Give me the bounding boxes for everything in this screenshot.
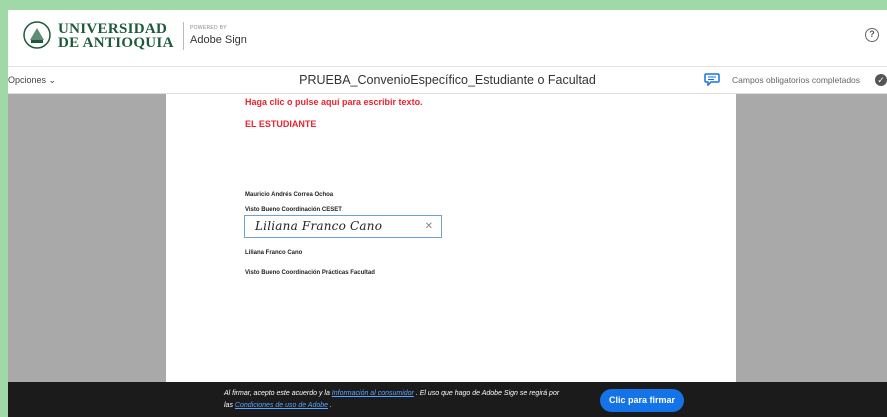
powered-by-label: POWERED BY <box>190 25 227 31</box>
consent-text-a: Al firmar, acepto este acuerdo y la <box>224 390 332 397</box>
signer-name-1: Mauricio Andrés Correa Ochoa <box>245 192 334 198</box>
consent-text: Al firmar, acepto este acuerdo y la Info… <box>224 388 564 412</box>
help-icon[interactable]: ? <box>865 28 879 42</box>
signer-name-2: Liliana Franco Cano <box>245 250 303 256</box>
required-fields-status: Campos obligatorios completados <box>732 75 861 85</box>
product-name: Adobe Sign <box>190 34 247 46</box>
app-window: UNIVERSIDAD DE ANTIOQUIA POWERED BY Adob… <box>8 10 887 417</box>
footer-bar: Al firmar, acepto este acuerdo y la Info… <box>8 382 887 417</box>
signer-role-2: Visto Bueno Coordinación Prácticas Facul… <box>245 270 375 276</box>
text-placeholder[interactable]: Haga clic o pulse aquí para escribir tex… <box>245 97 423 107</box>
consumer-info-link[interactable]: Información al consumidor <box>332 390 414 397</box>
signature-value: Liliana Franco Cano <box>255 219 383 233</box>
chat-bubble-icon[interactable] <box>704 73 720 86</box>
student-label: EL ESTUDIANTE <box>245 119 317 129</box>
university-logo-text: UNIVERSIDAD DE ANTIOQUIA <box>58 21 174 51</box>
header: UNIVERSIDAD DE ANTIOQUIA POWERED BY Adob… <box>8 10 887 66</box>
org-line2: DE ANTIOQUIA <box>58 35 174 51</box>
signer-role-1: Visto Bueno Coordinación CESET <box>245 207 342 213</box>
clear-signature-icon[interactable]: ✕ <box>425 221 433 232</box>
terms-of-use-link[interactable]: Condiciones de uso de Adobe <box>235 402 328 409</box>
document-viewer[interactable]: Haga clic o pulse aquí para escribir tex… <box>8 94 887 382</box>
header-divider <box>183 22 184 50</box>
signature-field[interactable]: Liliana Franco Cano ✕ <box>244 215 442 238</box>
university-seal-icon <box>23 21 51 49</box>
org-line1: UNIVERSIDAD <box>58 21 168 37</box>
consent-text-c: . <box>330 402 332 409</box>
click-to-sign-button[interactable]: Clic para firmar <box>600 389 684 412</box>
document-page: Haga clic o pulse aquí para escribir tex… <box>166 94 736 382</box>
toolbar: Opciones ⌄ PRUEBA_ConvenioEspecífico_Est… <box>8 66 887 94</box>
check-circle-icon: ✓ <box>875 74 887 86</box>
